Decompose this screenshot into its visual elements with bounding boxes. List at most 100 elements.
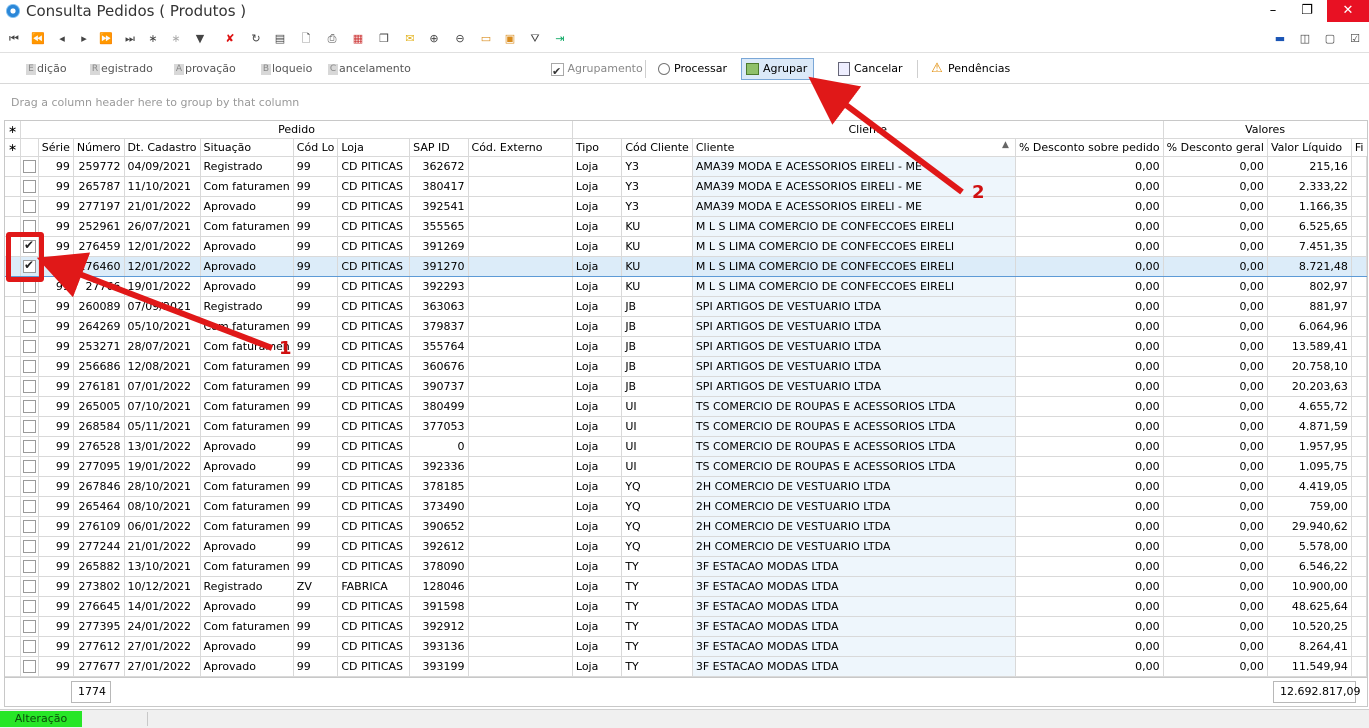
cell-cliente[interactable]: 3F ESTACAO MODAS LTDA xyxy=(692,656,1016,677)
cell-desc-geral[interactable]: 0,00 xyxy=(1163,396,1268,417)
cell-tipo[interactable]: Loja xyxy=(572,616,623,637)
restore-button[interactable]: ❐ xyxy=(1289,0,1325,22)
cell-cod-externo[interactable] xyxy=(468,436,573,457)
close-button[interactable]: ✕ xyxy=(1327,0,1369,22)
cell-situacao[interactable]: Aprovado xyxy=(200,276,294,297)
row-select-checkbox[interactable] xyxy=(20,196,39,217)
cell-sap-id[interactable]: 378090 xyxy=(409,556,469,577)
cell-desc-geral[interactable]: 0,00 xyxy=(1163,156,1268,177)
cell-cliente[interactable]: AMA39 MODA E ACESSORIOS EIRELI - ME xyxy=(692,176,1016,197)
cell-extra[interactable] xyxy=(1351,356,1367,377)
cell-sap-id[interactable]: 379837 xyxy=(409,316,469,337)
insert-record-icon[interactable]: ∗ xyxy=(143,29,163,49)
cell-desc-pedido[interactable]: 0,00 xyxy=(1015,456,1164,477)
row-select-checkbox[interactable] xyxy=(20,556,39,577)
cell-desc-pedido[interactable]: 0,00 xyxy=(1015,636,1164,657)
cell-dt-cadastro[interactable]: 19/01/2022 xyxy=(124,456,201,477)
cell-situacao[interactable]: Aprovado xyxy=(200,636,294,657)
cell-cod-loja[interactable]: 99 xyxy=(293,156,339,177)
cell-tipo[interactable]: Loja xyxy=(572,556,623,577)
cell-desc-pedido[interactable]: 0,00 xyxy=(1015,656,1164,677)
table-row[interactable]: 99 276645 14/01/2022 Aprovado 99 CD PITICAS 39… xyxy=(5,596,1367,617)
cell-desc-geral[interactable]: 0,00 xyxy=(1163,216,1268,237)
cell-tipo[interactable]: Loja xyxy=(572,596,623,617)
cell-desc-pedido[interactable]: 0,00 xyxy=(1015,376,1164,397)
cell-desc-pedido[interactable]: 0,00 xyxy=(1015,556,1164,577)
cell-tipo[interactable]: Loja xyxy=(572,436,623,457)
cell-situacao[interactable]: Registrado xyxy=(200,296,294,317)
cell-cod-cliente[interactable]: JB xyxy=(621,376,693,397)
cell-serie[interactable]: 99 xyxy=(38,436,74,457)
cell-valor-liquido[interactable]: 6.064,96 xyxy=(1267,316,1352,337)
table-row[interactable]: 9927646012/01/2022Aprovado99CD PITICAS39… xyxy=(5,256,1367,277)
cell-cliente[interactable]: 3F ESTACAO MODAS LTDA xyxy=(692,576,1016,597)
table-row[interactable]: 99 265787 11/10/2021 Com faturamen 99 CD PITI… xyxy=(5,176,1367,197)
cell-cliente[interactable]: 2H COMERCIO DE VESTUARIO LTDA xyxy=(692,496,1016,517)
cell-valor-liquido[interactable]: 802,97 xyxy=(1267,276,1352,297)
cell-numero[interactable]: 265882 xyxy=(73,556,125,577)
cell-loja[interactable]: CD PITICAS xyxy=(337,316,411,337)
cell-cod-externo[interactable] xyxy=(468,636,573,657)
cell-desc-geral[interactable]: 0,00 xyxy=(1163,336,1268,357)
cell-tipo[interactable]: Loja xyxy=(572,416,623,437)
cell-valor-liquido[interactable]: 4.655,72 xyxy=(1267,396,1352,417)
delete-icon[interactable]: ✘ xyxy=(220,29,240,49)
table-row[interactable]: 99 276528 13/01/2022 Aprovado 99 CD PITICAS 0 L… xyxy=(5,436,1367,457)
cell-cod-cliente[interactable]: YQ xyxy=(621,496,693,517)
orders-grid[interactable]: ∗ Pedido Cliente Valores ∗ Série Número … xyxy=(4,120,1368,678)
cell-sap-id[interactable]: 373490 xyxy=(409,496,469,517)
column-header-cliente[interactable]: Cliente ▲ xyxy=(692,138,1016,157)
cell-desc-geral[interactable]: 0,00 xyxy=(1163,456,1268,477)
cell-loja[interactable]: CD PITICAS xyxy=(337,296,411,317)
cell-cod-cliente[interactable]: TY xyxy=(621,636,693,657)
cell-sap-id[interactable]: 392336 xyxy=(409,456,469,477)
row-select-checkbox[interactable] xyxy=(20,156,39,177)
cell-desc-geral[interactable]: 0,00 xyxy=(1163,536,1268,557)
cell-numero[interactable]: 276109 xyxy=(73,516,125,537)
cell-cod-cliente[interactable]: TY xyxy=(621,616,693,637)
cell-desc-geral[interactable]: 0,00 xyxy=(1163,376,1268,397)
cell-cod-cliente[interactable]: Y3 xyxy=(621,156,693,177)
cell-numero[interactable]: 277244 xyxy=(73,536,125,557)
cell-valor-liquido[interactable]: 6.525,65 xyxy=(1267,216,1352,237)
cell-numero[interactable]: 268584 xyxy=(73,416,125,437)
cell-extra[interactable] xyxy=(1351,316,1367,337)
cell-dt-cadastro[interactable]: 12/01/2022 xyxy=(124,256,201,277)
cell-situacao[interactable]: Com faturamen xyxy=(200,356,294,377)
cell-loja[interactable]: CD PITICAS xyxy=(337,436,411,457)
cell-situacao[interactable]: Com faturamen xyxy=(200,216,294,237)
cell-situacao[interactable]: Com faturamen xyxy=(200,496,294,517)
table-row[interactable]: 99 252961 26/07/2021 Com faturamen 99 CD PITI… xyxy=(5,216,1367,237)
cell-situacao[interactable]: Com faturamen xyxy=(200,176,294,197)
view-1-icon[interactable]: ▬ xyxy=(1270,29,1290,49)
cell-cod-loja[interactable]: 99 xyxy=(293,456,339,477)
cell-extra[interactable] xyxy=(1351,376,1367,397)
cell-cod-loja[interactable]: 99 xyxy=(293,416,339,437)
cell-desc-pedido[interactable]: 0,00 xyxy=(1015,176,1164,197)
zoom-in-icon[interactable]: ⊕ xyxy=(424,29,444,49)
cell-cliente[interactable]: 3F ESTACAO MODAS LTDA xyxy=(692,556,1016,577)
cell-valor-liquido[interactable]: 8.721,48 xyxy=(1267,256,1352,277)
cell-dt-cadastro[interactable]: 13/01/2022 xyxy=(124,436,201,457)
column-header-situacao[interactable]: Situação xyxy=(200,138,294,157)
mail-icon[interactable]: ✉ xyxy=(400,29,420,49)
next-page-icon[interactable]: ⏩ xyxy=(96,29,116,49)
cell-sap-id[interactable]: 377053 xyxy=(409,416,469,437)
unchecked-checkbox-icon[interactable] xyxy=(22,400,36,414)
table-row[interactable]: 99 259772 04/09/2021 Registrado 99 CD PITICAS… xyxy=(5,156,1367,177)
table-row[interactable]: 99 277612 27/01/2022 Aprovado 99 CD PITICAS 39… xyxy=(5,636,1367,657)
cell-tipo[interactable]: Loja xyxy=(572,296,623,317)
cell-extra[interactable] xyxy=(1351,536,1367,557)
cell-cod-externo[interactable] xyxy=(468,356,573,377)
cell-extra[interactable] xyxy=(1351,636,1367,657)
cell-loja[interactable]: CD PITICAS xyxy=(337,216,411,237)
row-select-checkbox[interactable] xyxy=(20,416,39,437)
cell-valor-liquido[interactable]: 4.871,59 xyxy=(1267,416,1352,437)
table-row[interactable]: 99 256686 12/08/2021 Com faturamen 99 CD PITI… xyxy=(5,356,1367,377)
cell-tipo[interactable]: Loja xyxy=(572,496,623,517)
cell-valor-liquido[interactable]: 8.264,41 xyxy=(1267,636,1352,657)
cell-valor-liquido[interactable]: 1.957,95 xyxy=(1267,436,1352,457)
cell-cod-cliente[interactable]: UI xyxy=(621,416,693,437)
cell-loja[interactable]: CD PITICAS xyxy=(337,556,411,577)
cell-desc-pedido[interactable]: 0,00 xyxy=(1015,596,1164,617)
